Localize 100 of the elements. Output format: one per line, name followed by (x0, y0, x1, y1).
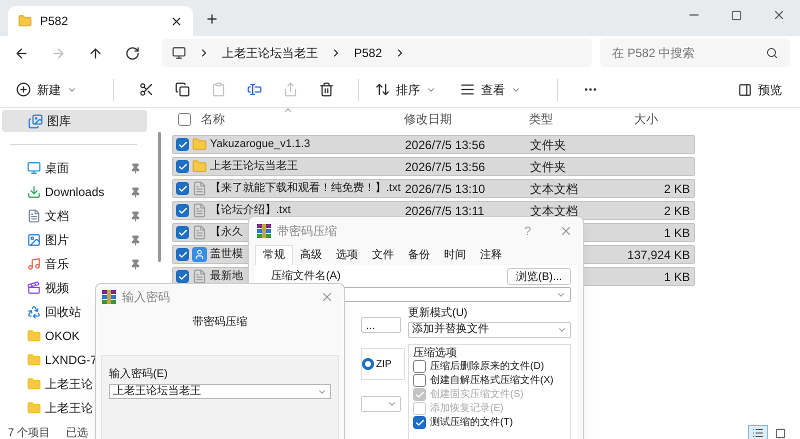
dialog-tab[interactable]: 注释 (473, 245, 509, 265)
option-label: 创建自解压格式压缩文件(X) (430, 374, 554, 388)
file-name: 【永久 (210, 224, 243, 240)
row-checkbox[interactable] (176, 226, 189, 239)
file-size: 1 KB (664, 224, 690, 242)
sidebar-item[interactable]: Downloads (0, 180, 147, 204)
dialog-tab[interactable]: 选项 (329, 245, 365, 265)
radio-button[interactable] (362, 358, 374, 370)
desktop-icon (27, 161, 41, 175)
file-size: 2 KB (664, 180, 690, 198)
file-name: Yakuzarogue_v1.1.3 (210, 137, 310, 152)
column-header[interactable]: 类型 (525, 110, 630, 128)
back-icon[interactable] (14, 46, 29, 60)
refresh-icon[interactable] (125, 46, 140, 60)
file-size: 137,924 KB (627, 246, 690, 264)
close-icon[interactable] (559, 224, 573, 238)
dropdown-field[interactable] (361, 396, 401, 412)
sidebar-item[interactable]: 桌面 (0, 156, 147, 180)
dialog-tab[interactable]: 时间 (437, 245, 473, 265)
preview-pane-icon (738, 82, 752, 96)
option-label: 添加恢复记录(E) (430, 402, 504, 416)
sidebar-item[interactable]: 上老王论 (0, 396, 147, 420)
column-header[interactable]: 大小 (630, 110, 695, 128)
dialog-tab[interactable]: 备份 (401, 245, 437, 265)
view-button[interactable]: 查看 (458, 76, 523, 104)
address-bar[interactable]: 上老王论坛当老王 P582 (162, 39, 592, 67)
pin-icon (130, 162, 141, 174)
archive-app-icon (102, 290, 116, 304)
breadcrumb-item[interactable]: P582 (354, 44, 382, 62)
video-icon (27, 281, 41, 295)
search-icon (766, 47, 778, 59)
preview-button[interactable]: 预览 (738, 80, 782, 98)
option-checkbox[interactable] (413, 416, 426, 429)
file-size: 1 KB (664, 268, 690, 286)
share-icon (282, 82, 298, 97)
pin-icon (130, 186, 141, 198)
file-row[interactable]: 上老王论坛当老王 2026/7/5 13:56 文件夹 (172, 157, 695, 176)
maximize-icon[interactable] (731, 10, 742, 20)
browse-button[interactable]: 浏览(B)... (507, 268, 571, 285)
sort-icon (375, 82, 390, 97)
option-label: 创建固实压缩文件(S) (430, 388, 524, 402)
tab-title: P582 (40, 13, 70, 30)
folder-icon (192, 137, 207, 152)
paste-icon (210, 82, 226, 97)
breadcrumb-item[interactable]: 上老王论坛当老王 (222, 44, 318, 62)
file-date: 2026/7/5 13:56 (405, 138, 486, 152)
sidebar-item[interactable]: 音乐 (0, 252, 147, 276)
column-header[interactable]: 名称 (201, 110, 225, 128)
close-tab-icon[interactable] (170, 14, 183, 28)
new-button[interactable]: 新建 (14, 76, 79, 104)
update-mode-select[interactable]: 添加并替换文件 (408, 322, 571, 338)
format-label: ZIP (376, 358, 392, 372)
file-name: 【来了就能下载和观看！纯免费！】.txt (210, 180, 401, 196)
text-file-icon (192, 269, 207, 284)
file-date: 2026/7/5 13:10 (405, 182, 486, 196)
dialog-tab[interactable]: 高级 (293, 245, 329, 265)
app-icon (192, 247, 207, 262)
option-label: 压缩后删除原来的文件(D) (430, 360, 544, 374)
file-name: 上老王论坛当老王 (210, 159, 298, 174)
option-label: 测试压缩的文件(T) (430, 416, 513, 430)
column-header[interactable]: 修改日期 (400, 110, 525, 128)
new-icon (16, 82, 31, 97)
password-field[interactable]: 上老王论坛当老王 (109, 384, 331, 399)
row-checkbox[interactable] (176, 160, 189, 173)
sidebar-item[interactable]: 图库 (2, 110, 147, 132)
row-checkbox[interactable] (176, 204, 189, 217)
folder-icon (192, 159, 207, 174)
sidebar-item[interactable]: 图片 (0, 228, 147, 252)
option-checkbox[interactable] (413, 374, 426, 387)
new-tab-icon[interactable] (205, 12, 219, 26)
dialog-tab[interactable]: 文件 (365, 245, 401, 265)
archive-app-icon (257, 224, 271, 238)
dialog-tab[interactable]: 常规 (255, 245, 293, 265)
ellipsis-button[interactable]: ... (361, 317, 401, 333)
scrollbar[interactable] (158, 132, 161, 262)
dialog-heading: 带密码压缩 (192, 314, 248, 330)
dialog-title: 带密码压缩 (277, 223, 337, 240)
row-checkbox[interactable] (176, 182, 189, 195)
close-icon[interactable] (320, 290, 334, 304)
header-checkbox[interactable] (178, 112, 191, 126)
folder-tab[interactable]: P582 (8, 6, 193, 36)
file-type: 文件夹 (530, 138, 566, 152)
computer-icon (172, 46, 186, 60)
sort-button[interactable]: 排序 (373, 76, 438, 104)
sidebar-item[interactable]: OKOK (0, 324, 147, 348)
row-checkbox[interactable] (176, 138, 189, 151)
row-checkbox[interactable] (176, 270, 189, 283)
option-checkbox[interactable] (413, 360, 426, 373)
document-icon (27, 209, 41, 223)
search-field[interactable]: 在 P582 中搜索 (600, 39, 790, 67)
sidebar-item[interactable]: 文档 (0, 204, 147, 228)
close-icon[interactable] (772, 8, 786, 22)
file-row[interactable]: Yakuzarogue_v1.1.3 2026/7/5 13:56 文件夹 (172, 135, 695, 154)
file-row[interactable]: 【来了就能下载和观看！纯免费！】.txt 2026/7/5 13:10 文本文档 2 KB (172, 179, 695, 198)
field-label: 更新模式(U) (408, 306, 468, 321)
row-checkbox[interactable] (176, 248, 189, 261)
up-icon[interactable] (88, 46, 103, 60)
details-view-button[interactable] (748, 425, 768, 439)
dialog-title: 输入密码 (122, 289, 170, 306)
gallery-icon (28, 114, 43, 128)
